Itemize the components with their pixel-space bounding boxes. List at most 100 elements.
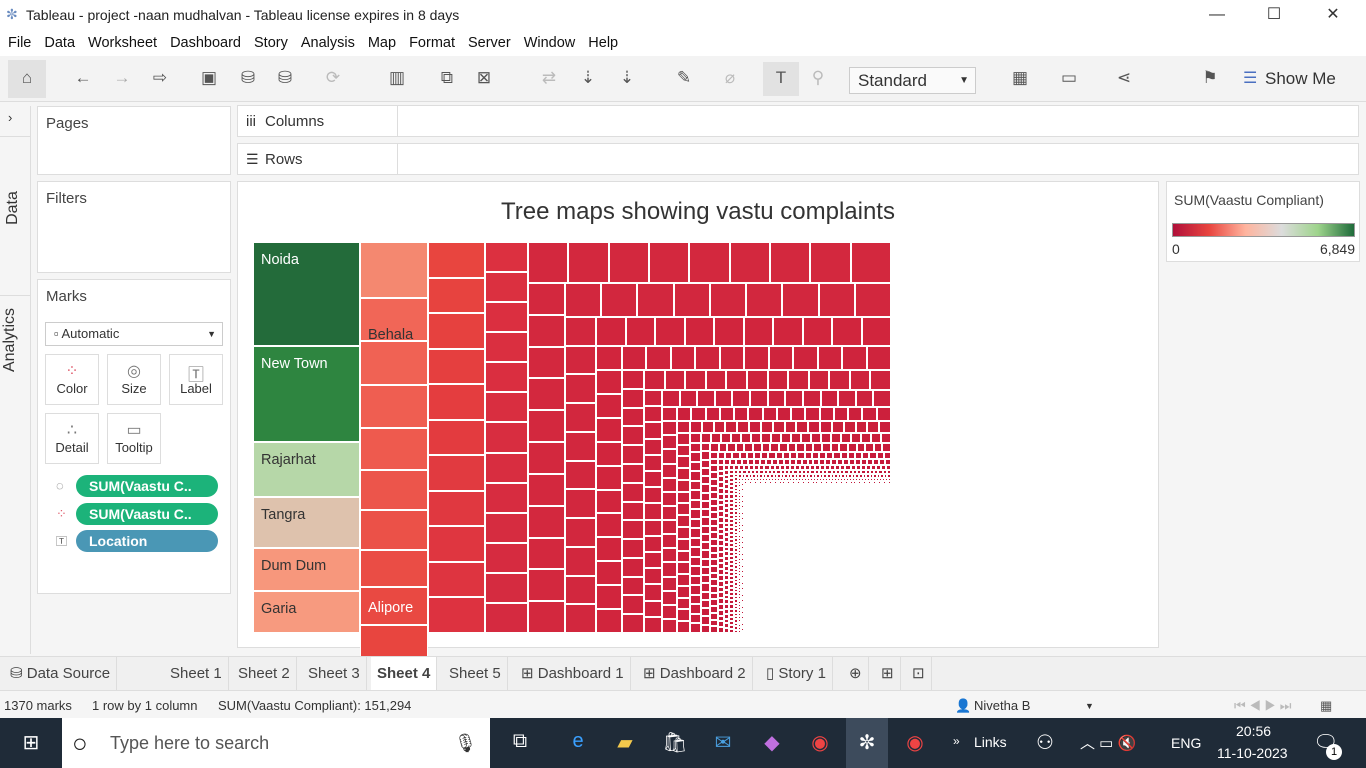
treemap-tile[interactable] [881,433,891,443]
treemap-tile[interactable] [768,370,788,390]
treemap-tile[interactable] [725,452,732,459]
menu-file[interactable]: File [8,35,31,51]
treemap-tile[interactable] [677,609,690,621]
treemap-tile[interactable] [710,532,718,539]
treemap-tile[interactable] [644,568,662,584]
treemap-tile[interactable] [528,538,565,569]
treemap-tile[interactable] [801,433,811,443]
treemap-tile[interactable] [637,283,674,317]
treemap-tile[interactable] [701,575,710,583]
treemap-tile[interactable] [770,443,779,452]
treemap-tile[interactable] [680,390,697,407]
treemap-tile[interactable] [596,609,622,633]
pages-card[interactable]: Pages [37,106,231,175]
treemap[interactable]: Noida New Town Rajarhat Tangra Dum Dum Garia B… [253,242,891,662]
treemap-tile[interactable] [750,390,768,407]
tableau-taskbar-button[interactable]: ✼ [846,718,888,768]
treemap-tile-rajarhat[interactable]: Rajarhat [253,442,360,497]
treemap-tile[interactable] [596,513,622,537]
treemap-tile[interactable]: Alipore [360,587,428,625]
treemap-tile[interactable] [701,625,710,633]
treemap-tile[interactable] [644,370,665,390]
treemap-tile[interactable] [690,528,701,538]
treemap-tile[interactable] [596,418,622,442]
treemap-tile[interactable] [820,421,832,433]
treemap-tile[interactable] [884,452,891,459]
treemap-tile[interactable] [855,283,891,317]
color-pill[interactable]: SUM(Vaastu C.. [76,503,218,525]
treemap-tile[interactable] [690,614,701,623]
treemap-tile[interactable] [662,605,677,619]
treemap-tile[interactable] [690,481,701,490]
treemap-tile[interactable] [677,456,690,468]
treemap-tile[interactable] [710,566,718,573]
pause-update-icon[interactable]: ⛁ [273,68,297,88]
treemap-tile[interactable] [644,455,662,471]
treemap-tile[interactable] [768,452,776,459]
treemap-tile[interactable] [644,439,662,455]
treemap-tile[interactable] [485,302,528,332]
save-icon[interactable]: ▣ [197,68,221,88]
treemap-tile[interactable] [811,433,821,443]
treemap-tile[interactable] [833,452,841,459]
treemap-tile[interactable] [485,272,528,302]
treemap-tile[interactable] [761,452,768,459]
treemap-tile[interactable] [710,539,718,546]
treemap-tile[interactable] [428,562,485,597]
treemap-tile[interactable] [725,421,737,433]
treemap-tile[interactable] [622,483,644,502]
treemap-tile[interactable] [701,460,710,468]
start-icon[interactable]: ⊞ [16,730,46,755]
treemap-tile-dum-dum[interactable]: Dum Dum [253,548,360,591]
treemap-tile[interactable] [677,433,690,445]
treemap-tile[interactable] [565,432,596,461]
treemap-tile[interactable] [761,433,771,443]
treemap-tile[interactable] [662,478,677,492]
treemap-tile[interactable] [644,503,662,520]
data-source-tab[interactable]: ⛁ Data Source [4,657,118,691]
treemap-tile[interactable] [785,421,796,433]
treemap-tile[interactable] [803,317,832,346]
treemap-tile[interactable] [528,569,565,601]
treemap-tile[interactable] [701,534,710,542]
show-cards-icon[interactable]: ▦ [1008,68,1032,88]
treemap-tile[interactable] [819,283,855,317]
treemap-tile[interactable] [677,421,690,433]
treemap-tile[interactable] [701,559,710,567]
treemap-tile[interactable] [838,390,856,407]
treemap-tile[interactable] [710,599,718,606]
treemap-tile[interactable] [644,617,662,633]
treemap-tile[interactable] [710,492,718,499]
treemap-tile[interactable] [848,443,857,452]
treemap-tile[interactable] [731,433,741,443]
treemap-tile[interactable] [565,283,601,317]
taskbar-search[interactable]: ○ Type here to search 🎙 [62,718,490,768]
chrome-profile-icon[interactable]: ◉ [900,730,930,755]
treemap-tile[interactable] [360,242,428,298]
treemap-tile[interactable] [596,394,622,418]
menu-help[interactable]: Help [588,35,618,51]
treemap-tile[interactable] [701,616,710,625]
treemap-tile[interactable] [685,317,714,346]
treemap-tile[interactable] [690,576,701,585]
treemap-tile[interactable] [690,585,701,595]
treemap-tile[interactable] [485,603,528,633]
treemap-tile[interactable] [565,547,596,576]
treemap-tile[interactable] [674,283,710,317]
treemap-tile[interactable] [850,370,870,390]
tab-sheet-4[interactable]: Sheet 4 [371,657,438,691]
treemap-tile[interactable] [790,452,797,459]
treemap-tile[interactable] [747,452,754,459]
treemap-tile[interactable] [714,317,744,346]
treemap-tile[interactable] [662,492,677,506]
treemap-tile[interactable] [737,421,749,433]
minimize-button[interactable]: — [1194,0,1240,30]
treemap-tile[interactable] [877,452,884,459]
treemap-tile[interactable] [796,421,808,433]
treemap-tile[interactable] [677,621,690,633]
links-chevron-icon[interactable]: » [953,734,960,748]
treemap-tile[interactable] [622,426,644,445]
treemap-tile[interactable] [360,385,428,428]
treemap-tile[interactable] [644,390,662,406]
swap-icon[interactable]: ⇄ [537,68,561,88]
